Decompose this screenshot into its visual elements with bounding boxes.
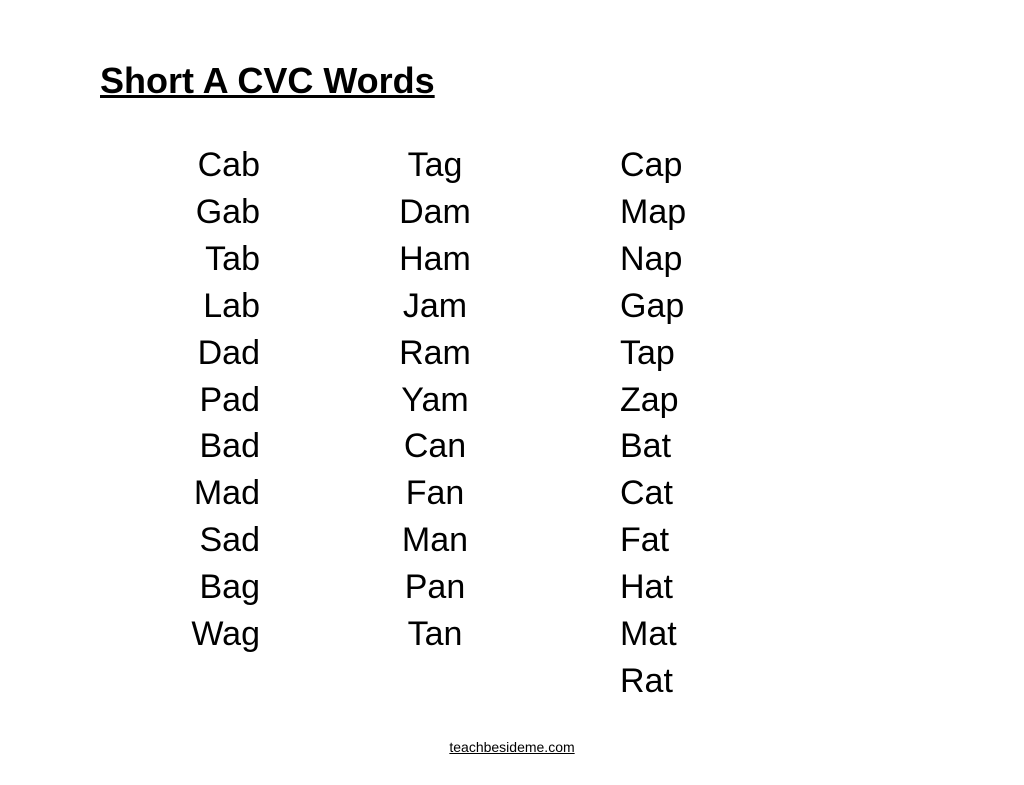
word-item: Bad <box>200 423 261 470</box>
word-item: Tab <box>205 236 260 283</box>
word-item: Cab <box>198 142 260 189</box>
word-item: Jam <box>403 283 467 330</box>
word-item: Hat <box>620 564 673 611</box>
word-item: Bag <box>200 564 261 611</box>
word-item: Can <box>404 423 466 470</box>
word-item: Map <box>620 189 686 236</box>
page-container: Short A CVC Words CabGabTabLabDadPadBadM… <box>0 0 1024 785</box>
word-item: Gab <box>196 189 260 236</box>
word-column-1: CabGabTabLabDadPadBadMadSadBagWag <box>100 142 320 658</box>
word-item: Fat <box>620 517 669 564</box>
word-item: Dad <box>198 330 260 377</box>
word-item: Wag <box>191 611 260 658</box>
word-item: Cat <box>620 470 673 517</box>
word-item: Fan <box>406 470 465 517</box>
word-item: Pan <box>405 564 466 611</box>
word-item: Ram <box>399 330 471 377</box>
word-item: Ham <box>399 236 471 283</box>
word-item: Tan <box>408 611 463 658</box>
word-item: Mat <box>620 611 677 658</box>
word-item: Pad <box>200 377 261 424</box>
word-item: Zap <box>620 377 679 424</box>
words-layout: CabGabTabLabDadPadBadMadSadBagWag TagDam… <box>100 142 944 705</box>
word-item: Man <box>402 517 468 564</box>
word-item: Tap <box>620 330 675 377</box>
word-item: Bat <box>620 423 671 470</box>
word-item: Rat <box>620 658 673 705</box>
page-title: Short A CVC Words <box>100 60 944 102</box>
word-item: Sad <box>200 517 261 564</box>
word-item: Dam <box>399 189 471 236</box>
word-item: Cap <box>620 142 682 189</box>
word-item: Nap <box>620 236 682 283</box>
footer-link: teachbesideme.com <box>449 739 574 755</box>
word-item: Yam <box>401 377 468 424</box>
word-item: Gap <box>620 283 684 330</box>
word-item: Mad <box>194 470 260 517</box>
word-item: Lab <box>203 283 260 330</box>
word-column-3: CapMapNapGapTapZapBatCatFatHatMatRat <box>540 142 740 705</box>
word-item: Tag <box>408 142 463 189</box>
word-column-2: TagDamHamJamRamYamCanFanManPanTan <box>320 142 540 658</box>
